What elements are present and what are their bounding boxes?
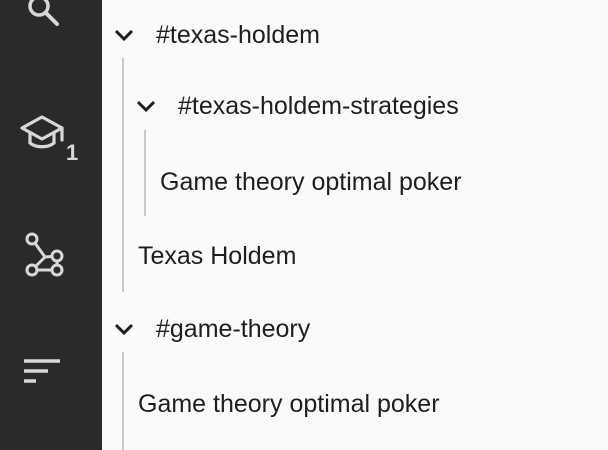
note-label: Texas Holdem (138, 241, 297, 270)
graduation-cap-icon (20, 115, 64, 149)
tag-label: #texas-holdem-strategies (178, 91, 459, 120)
tree-guide-line (122, 58, 124, 292)
tag-label: #game-theory (156, 314, 311, 343)
tag-game-theory[interactable]: #game-theory (114, 309, 310, 349)
chevron-down-icon (136, 100, 156, 113)
sort-button[interactable] (0, 345, 102, 401)
tag-texas-holdem[interactable]: #texas-holdem (114, 15, 320, 55)
search-icon (28, 0, 59, 26)
tree-guide-line (122, 352, 124, 450)
tag-label: #texas-holdem (156, 20, 320, 49)
sort-icon (24, 359, 60, 383)
search-button[interactable] (0, 0, 102, 40)
note-texas-holdem[interactable]: Texas Holdem (138, 236, 296, 276)
tag-tree: #texas-holdem #texas-holdem-strategies G… (102, 0, 608, 450)
note-label: Game theory optimal poker (138, 389, 440, 418)
graph-button[interactable] (0, 218, 102, 290)
note-game-theory-optimal-poker[interactable]: Game theory optimal poker (138, 384, 440, 424)
learn-button[interactable]: 1 (0, 100, 102, 170)
tree-guide-line (144, 130, 146, 216)
note-game-theory-optimal-poker[interactable]: Game theory optimal poker (160, 162, 462, 202)
tag-texas-holdem-strategies[interactable]: #texas-holdem-strategies (136, 86, 459, 126)
chevron-down-icon (114, 323, 134, 336)
chevron-down-icon (114, 29, 134, 42)
note-label: Game theory optimal poker (160, 167, 462, 196)
graph-icon (25, 232, 64, 277)
learn-badge: 1 (66, 140, 79, 165)
sidebar: 1 (0, 0, 102, 450)
